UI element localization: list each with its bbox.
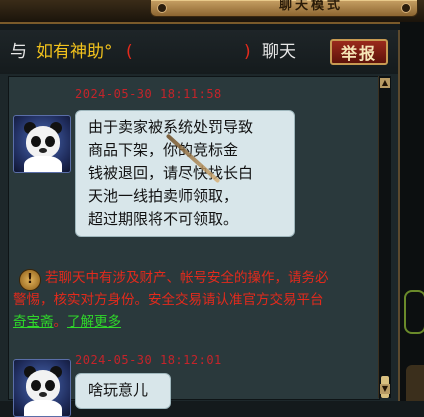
message-timestamp: 2024-05-30 18:12:01 [75,353,222,367]
window-title: 聊天模式 [278,0,343,13]
scroll-up-icon[interactable]: ▲ [380,78,390,88]
panda-nose-icon [39,392,47,397]
panda-eye-icon [31,136,41,147]
message-timestamp: 2024-05-30 18:11:58 [75,87,222,101]
qibaozhai-link[interactable]: 奇宝斋 [13,314,54,330]
title-bar: 聊天模式 [0,0,424,24]
avatar[interactable] [13,359,71,417]
side-ornament [404,290,424,334]
message-line: 钱被退回，请尽快找长白 [88,164,254,182]
message-list[interactable]: 2024-05-30 18:11:58 由于卖家被系统处罚导致 商品下架，你的竞… [8,76,380,417]
header-prefix: 与 [10,42,27,62]
scroll-down-icon[interactable]: ▼ [380,384,390,394]
chat-header: 与 如有神助° ( ) 聊天 举报 [0,30,398,74]
message-line: 啥玩意儿 [88,381,149,399]
chat-window: 与 如有神助° ( ) 聊天 举报 2024-05-30 18:11:58 由于… [0,30,400,417]
contact-name[interactable]: 如有神助° [36,40,113,64]
panda-body-icon [24,156,62,172]
message-bubble: 由于卖家被系统处罚导致 商品下架，你的竞标金 钱被退回，请尽快找长白 天池一线拍… [75,110,295,237]
report-button[interactable]: 举报 [330,39,388,65]
message-line: 由于卖家被系统处罚导致 [88,118,254,136]
warning-shield-icon: ! [19,269,41,291]
warning-line-3: 奇宝斋。了解更多 [13,311,121,333]
message-line: 超过期限将不可领取。 [88,210,239,228]
title-plate: 聊天模式 [150,0,418,17]
header-suffix: 聊天 [262,42,296,62]
warning-line-1: 若聊天中有涉及财产、帐号安全的操作，请务必 [45,270,329,286]
panda-nose-icon [39,148,47,153]
rivet-icon [401,3,411,13]
avatar[interactable] [13,115,71,173]
scrollbar[interactable]: ▲ ▼ [378,76,391,398]
panda-eye-icon [31,380,41,391]
panda-body-icon [24,400,62,416]
panda-eye-icon [45,380,55,391]
message-bubble: 啥玩意儿 [75,373,171,409]
message-line: 天池一线拍卖师领取， [88,187,239,205]
warning-line-2: 警惕，核实对方身份。安全交易请认准官方交易平台 [13,292,324,308]
panda-eye-icon [45,136,55,147]
warning-separator: 。 [53,314,68,330]
learn-more-link[interactable]: 了解更多 [67,314,121,330]
header-paren-close: ) [244,42,251,62]
rivet-icon [157,3,167,13]
header-paren-open: ( [126,42,133,62]
side-ornament-bottom [406,365,424,401]
side-panel-edge [400,22,424,401]
